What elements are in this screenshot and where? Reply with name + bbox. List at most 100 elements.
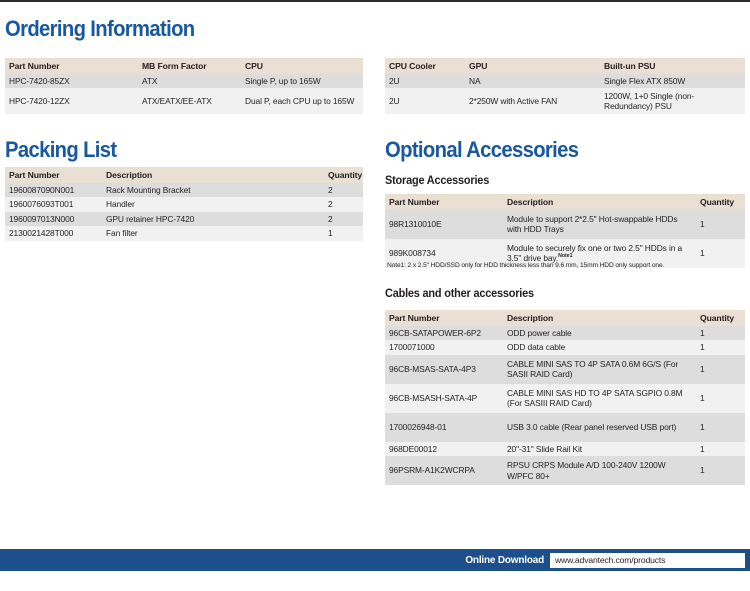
col-header-part-number: Part Number [385, 310, 503, 326]
cell-part-number: 96CB-MSASH-SATA-4P [385, 383, 503, 413]
col-header-description: Description [503, 194, 696, 210]
cell-description: ODD data cable [503, 340, 696, 355]
footer-label-online-download: Online Download [465, 554, 544, 566]
cell-description-text: Module to support 2*2.5" Hot-swappable H… [507, 213, 678, 235]
cell-description: CABLE MINI SAS TO 4P SATA 0.6M 6G/S (For… [503, 354, 696, 384]
cell-quantity: 1 [696, 354, 745, 384]
table-row: 2U NA Single Flex ATX 850W [385, 73, 745, 89]
table-row: 2130021428T000 Fan filter 1 [5, 226, 363, 241]
table-row: 96CB-MSAS-SATA-4P3 CABLE MINI SAS TO 4P … [385, 354, 745, 384]
col-header-mb-form-factor: MB Form Factor [138, 58, 241, 74]
cell-quantity: 1 [696, 209, 745, 239]
col-header-description: Description [503, 310, 696, 326]
table-row: HPC-7420-85ZX ATX Single P, up to 165W [5, 73, 363, 89]
cell-cpu: Single P, up to 165W [241, 73, 363, 89]
cell-mb-form-factor: ATX [138, 73, 241, 89]
cell-part-number: 96CB-MSAS-SATA-4P3 [385, 354, 503, 384]
cell-cpu-cooler: 2U [385, 73, 465, 89]
table-row: 1960097013N000 GPU retainer HPC-7420 2 [5, 211, 363, 227]
cell-description: CABLE MINI SAS HD TO 4P SATA SGPIO 0.8M … [503, 383, 696, 413]
cell-quantity: 2 [324, 182, 363, 198]
cell-description-text: Module to securely fix one or two 2.5" H… [507, 242, 683, 264]
table-header-row: Part Number Description Quantity [385, 310, 745, 326]
col-header-cpu: CPU [241, 58, 363, 74]
cell-part-number: 1700071000 [385, 340, 503, 355]
table-row: HPC-7420-12ZX ATX/EATX/EE-ATX Dual P, ea… [5, 88, 363, 115]
cell-gpu: NA [465, 73, 600, 89]
cell-description: USB 3.0 cable (Rear panel reserved USB p… [503, 412, 696, 442]
cell-built-un-psu: 1200W, 1+0 Single (non-Redundancy) PSU [600, 88, 745, 115]
cell-description: RPSU CRPS Module A/D 100-240V 1200W W/PF… [503, 456, 696, 486]
table-header-row: CPU Cooler GPU Built-un PSU [385, 58, 745, 74]
cell-part-number: 2130021428T000 [5, 226, 102, 241]
col-header-quantity: Quantity [696, 310, 745, 326]
cell-description: ODD power cable [503, 325, 696, 341]
note-marker: Note1 [558, 253, 573, 260]
subsection-title-cables-and-other-accessories: Cables and other accessories [385, 288, 534, 300]
table-row: 98R1310010E Module to support 2*2.5" Hot… [385, 209, 745, 239]
cell-quantity: 1 [696, 412, 745, 442]
table-row: 96PSRM-A1K2WCRPA RPSU CRPS Module A/D 10… [385, 456, 745, 486]
cell-description: Module to support 2*2.5" Hot-swappable H… [503, 209, 696, 239]
footer-url-field[interactable]: www.advantech.com/products [550, 552, 745, 568]
cell-description: Fan filter [102, 226, 324, 241]
table-row: 1700026948-01 USB 3.0 cable (Rear panel … [385, 412, 745, 442]
col-header-quantity: Quantity [696, 194, 745, 210]
section-title-ordering-information: Ordering Information [5, 16, 195, 41]
table-row: 1960087090N001 Rack Mounting Bracket 2 [5, 182, 363, 198]
cell-description: Rack Mounting Bracket [102, 182, 324, 198]
table-header-row: Part Number Description Quantity [5, 167, 363, 183]
storage-accessories-footnote: Note1: 2 x 2.5" HDD/SSD only for HDD thi… [387, 262, 665, 269]
col-header-built-un-psu: Built-un PSU [600, 58, 745, 74]
cell-quantity: 1 [324, 226, 363, 241]
cell-part-number: HPC-7420-12ZX [5, 88, 138, 115]
table-row: 1960076093T001 Handler 2 [5, 197, 363, 212]
col-header-description: Description [102, 167, 324, 183]
cell-description: GPU retainer HPC-7420 [102, 211, 324, 227]
table-header-row: Part Number MB Form Factor CPU [5, 58, 363, 74]
col-header-quantity: Quantity [324, 167, 363, 183]
cell-quantity: 1 [696, 441, 745, 457]
col-header-part-number: Part Number [5, 58, 138, 74]
cell-description: Handler [102, 197, 324, 212]
col-header-part-number: Part Number [5, 167, 102, 183]
cell-part-number: 96CB-SATAPOWER-6P2 [385, 325, 503, 341]
cell-quantity: 1 [696, 238, 745, 268]
cell-quantity: 1 [696, 340, 745, 355]
cell-gpu: 2*250W with Active FAN [465, 88, 600, 115]
datasheet-page: Ordering Information Part Number MB Form… [0, 0, 750, 591]
cell-part-number: HPC-7420-85ZX [5, 73, 138, 89]
cables-accessories-table: Part Number Description Quantity 96CB-SA… [385, 310, 745, 486]
ordering-table-left: Part Number MB Form Factor CPU HPC-7420-… [5, 58, 363, 115]
cell-part-number: 98R1310010E [385, 209, 503, 239]
table-row: 96CB-MSASH-SATA-4P CABLE MINI SAS HD TO … [385, 383, 745, 413]
col-header-part-number: Part Number [385, 194, 503, 210]
cell-quantity: 1 [696, 325, 745, 341]
cell-part-number: 1960087090N001 [5, 182, 102, 198]
storage-accessories-table: Part Number Description Quantity 98R1310… [385, 194, 745, 268]
cell-part-number: 968DE00012 [385, 441, 503, 457]
table-row: 968DE00012 20"-31" Slide Rail Kit 1 [385, 441, 745, 457]
cell-cpu-cooler: 2U [385, 88, 465, 115]
cell-part-number: 1960097013N000 [5, 211, 102, 227]
table-row: 96CB-SATAPOWER-6P2 ODD power cable 1 [385, 325, 745, 341]
table-header-row: Part Number Description Quantity [385, 194, 745, 210]
section-title-packing-list: Packing List [5, 137, 117, 162]
cell-quantity: 2 [324, 197, 363, 212]
col-header-cpu-cooler: CPU Cooler [385, 58, 465, 74]
cell-quantity: 1 [696, 456, 745, 486]
col-header-gpu: GPU [465, 58, 600, 74]
table-row: 1700071000 ODD data cable 1 [385, 340, 745, 355]
section-title-optional-accessories: Optional Accessories [385, 137, 579, 162]
cell-built-un-psu: Single Flex ATX 850W [600, 73, 745, 89]
cell-description: 20"-31" Slide Rail Kit [503, 441, 696, 457]
cell-part-number: 96PSRM-A1K2WCRPA [385, 456, 503, 486]
table-row: 2U 2*250W with Active FAN 1200W, 1+0 Sin… [385, 88, 745, 115]
cell-part-number: 1960076093T001 [5, 197, 102, 212]
cell-mb-form-factor: ATX/EATX/EE-ATX [138, 88, 241, 115]
cell-part-number: 1700026948-01 [385, 412, 503, 442]
cell-quantity: 2 [324, 211, 363, 227]
subsection-title-storage-accessories: Storage Accessories [385, 175, 490, 187]
ordering-table-right: CPU Cooler GPU Built-un PSU 2U NA Single… [385, 58, 745, 115]
cell-quantity: 1 [696, 383, 745, 413]
